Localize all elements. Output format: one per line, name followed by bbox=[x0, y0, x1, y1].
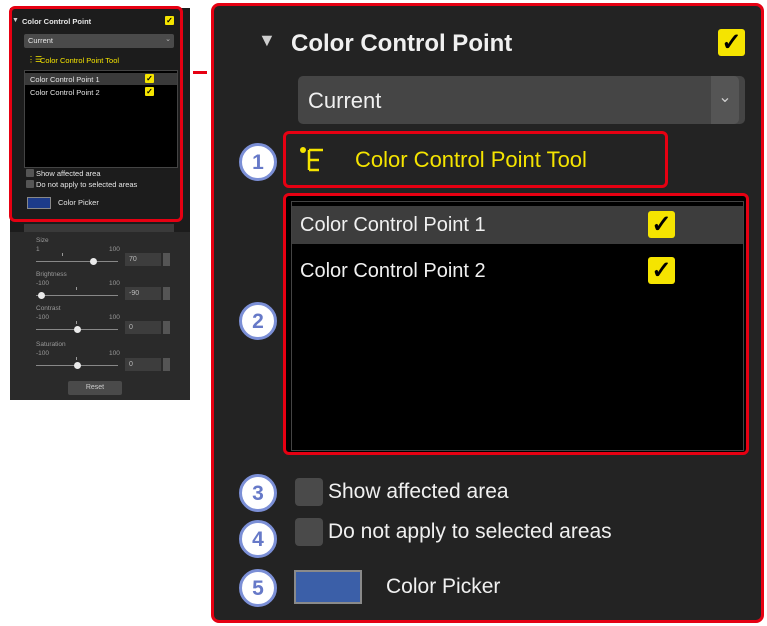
callout-1: 1 bbox=[239, 143, 277, 181]
slider-spinner[interactable] bbox=[163, 321, 170, 334]
triangle-down-icon[interactable]: ▼ bbox=[258, 30, 276, 51]
slider-value-field[interactable]: 70 bbox=[125, 253, 161, 266]
slider-knob[interactable] bbox=[38, 292, 45, 299]
slider-label: Saturation bbox=[36, 341, 66, 348]
slider-max: 100 bbox=[109, 314, 120, 321]
slider-default-tick bbox=[76, 287, 77, 290]
slider-value-field[interactable]: 0 bbox=[125, 321, 161, 334]
control-point-tool-icon[interactable] bbox=[299, 146, 325, 174]
slider-spinner[interactable] bbox=[163, 358, 170, 371]
connector-line bbox=[193, 71, 207, 74]
panel-title: Color Control Point bbox=[291, 30, 513, 57]
do-not-apply-checkbox[interactable] bbox=[295, 518, 323, 546]
slider-default-tick bbox=[76, 357, 77, 360]
tool-label[interactable]: Color Control Point Tool bbox=[355, 147, 587, 173]
slider-label: Size bbox=[36, 237, 49, 244]
slider-label: Brightness bbox=[36, 271, 67, 278]
slider-knob[interactable] bbox=[74, 362, 81, 369]
dropdown-value: Current bbox=[308, 88, 382, 113]
slider-default-tick bbox=[62, 253, 63, 256]
slider-max: 100 bbox=[109, 280, 120, 287]
point-checkbox[interactable]: ✓ bbox=[648, 211, 675, 238]
slider-min: -100 bbox=[36, 280, 50, 287]
slider-min: -100 bbox=[36, 314, 50, 321]
preset-dropdown[interactable]: Current ⌄ bbox=[298, 76, 745, 124]
slider-spinner[interactable] bbox=[163, 287, 170, 300]
slider-default-tick bbox=[76, 321, 77, 324]
color-picker-label: Color Picker bbox=[386, 575, 501, 598]
slider-value-field[interactable]: -90 bbox=[125, 287, 161, 300]
callout-4: 4 bbox=[239, 520, 277, 558]
show-affected-checkbox[interactable] bbox=[295, 478, 323, 506]
callout-2: 2 bbox=[239, 302, 277, 340]
slider-max: 100 bbox=[109, 350, 120, 357]
point-label: Color Control Point 2 bbox=[300, 260, 486, 282]
point-checkbox[interactable]: ✓ bbox=[648, 257, 675, 284]
enable-checkbox[interactable]: ✓ bbox=[718, 29, 745, 56]
slider-max: 100 bbox=[109, 246, 120, 253]
zoomed-panel: ▼ Color Control Point ✓ Current ⌄ 1 Colo… bbox=[211, 3, 764, 623]
point-row-2[interactable]: Color Control Point 2 ✓ bbox=[292, 252, 743, 290]
slider-min: -100 bbox=[36, 350, 50, 357]
thumbnail-highlight-frame bbox=[9, 6, 183, 222]
slider-min: 1 bbox=[36, 246, 40, 253]
point-label: Color Control Point 1 bbox=[300, 214, 486, 236]
callout-3: 3 bbox=[239, 474, 277, 512]
color-picker-swatch[interactable] bbox=[294, 570, 362, 604]
slider-value-field[interactable]: 0 bbox=[125, 358, 161, 371]
slider-track[interactable] bbox=[36, 295, 118, 296]
slider-label: Contrast bbox=[36, 305, 61, 312]
slider-track[interactable] bbox=[36, 261, 118, 262]
point-list-highlight-box: Color Control Point 1 ✓ Color Control Po… bbox=[283, 193, 749, 455]
point-list[interactable]: Color Control Point 1 ✓ Color Control Po… bbox=[291, 201, 744, 451]
slider-knob[interactable] bbox=[74, 326, 81, 333]
slider-knob[interactable] bbox=[90, 258, 97, 265]
callout-5: 5 bbox=[239, 569, 277, 607]
slider-spinner[interactable] bbox=[163, 253, 170, 266]
reset-button[interactable]: Reset bbox=[68, 381, 122, 395]
tool-highlight-box: Color Control Point Tool bbox=[283, 131, 668, 188]
do-not-apply-label: Do not apply to selected areas bbox=[328, 520, 612, 543]
show-affected-label: Show affected area bbox=[328, 480, 509, 503]
chevron-down-icon[interactable]: ⌄ bbox=[711, 76, 739, 124]
point-row-1[interactable]: Color Control Point 1 ✓ bbox=[292, 206, 743, 244]
thumb-divider bbox=[24, 224, 174, 232]
